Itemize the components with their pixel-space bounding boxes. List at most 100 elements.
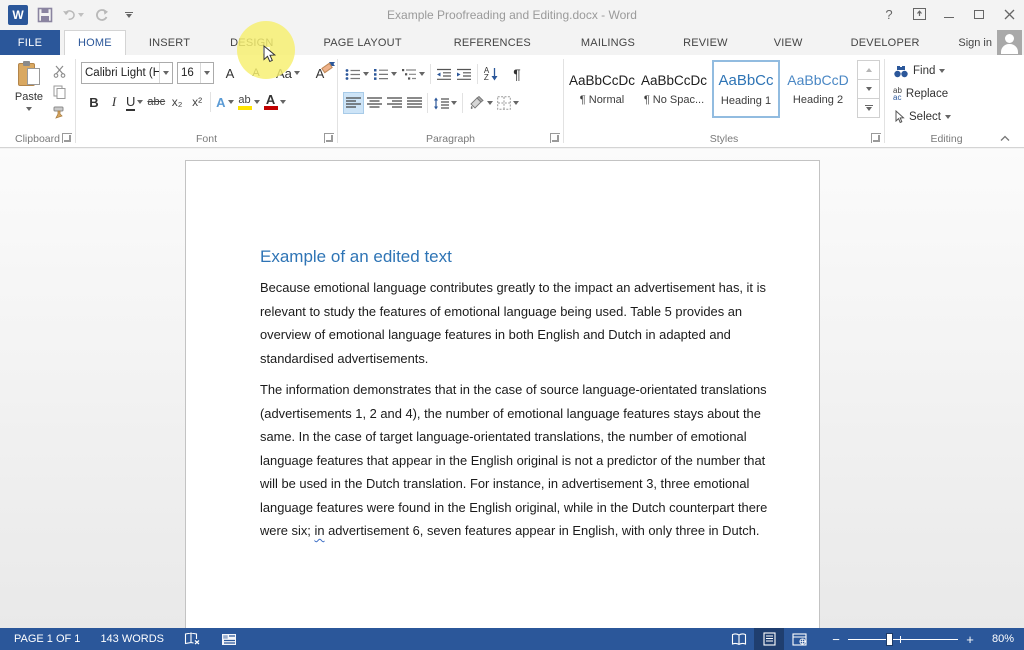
increase-indent-button[interactable] [454, 63, 474, 85]
tab-home[interactable]: HOME [64, 30, 126, 55]
zoom-level[interactable]: 80% [978, 633, 1014, 645]
paragraph1-line[interactable]: Because emotional language contributes g… [260, 276, 755, 300]
paragraph2-line[interactable]: same. In the case of target language-ori… [260, 425, 755, 449]
maximize-icon[interactable] [964, 0, 994, 28]
paragraph2-line[interactable]: language features were found in the Engl… [260, 496, 755, 520]
sign-in-link[interactable]: Sign in [958, 30, 992, 55]
redo-icon[interactable] [90, 5, 112, 25]
read-mode-view-icon[interactable] [724, 628, 754, 650]
zoom-slider-thumb[interactable] [886, 633, 893, 646]
decrease-indent-button[interactable] [434, 63, 454, 85]
clipboard-dialog-launcher[interactable] [62, 133, 72, 143]
find-button[interactable]: Find [893, 61, 945, 81]
styles-scroll-up-icon[interactable] [858, 61, 879, 80]
proofing-status-icon[interactable] [178, 628, 207, 650]
clear-formatting-button[interactable]: A [310, 62, 330, 84]
replace-button[interactable]: ab ac Replace [893, 84, 948, 104]
select-button[interactable]: Select [893, 107, 951, 127]
cut-icon[interactable] [50, 63, 68, 79]
paragraph2-line[interactable]: The information demonstrates that in the… [260, 378, 755, 402]
numbering-button[interactable] [371, 63, 399, 85]
multilevel-list-button[interactable] [399, 63, 427, 85]
collapse-ribbon-icon[interactable] [1000, 133, 1010, 141]
help-icon[interactable]: ? [874, 0, 904, 28]
tab-view[interactable]: VIEW [761, 30, 816, 55]
paragraph2-last-line[interactable]: were six; in advertisement 6, seven feat… [260, 519, 755, 543]
text-effects-button[interactable]: A [214, 91, 235, 113]
paragraph-dialog-launcher[interactable] [550, 133, 560, 143]
print-layout-view-icon[interactable] [754, 628, 784, 650]
bold-button[interactable]: B [84, 91, 104, 113]
web-layout-view-icon[interactable] [784, 628, 814, 650]
user-avatar-icon[interactable] [997, 30, 1022, 55]
zoom-out-icon[interactable]: − [828, 632, 844, 647]
paragraph1-line[interactable]: overview of emotional language features … [260, 323, 755, 347]
ribbon: Paste Clipboard Calibri Light (H 16 [0, 55, 1024, 148]
tab-review[interactable]: REVIEW [670, 30, 741, 55]
style-heading2[interactable]: AaBbCcD Heading 2 [784, 60, 852, 118]
bullets-button[interactable] [343, 63, 371, 85]
strikethrough-button[interactable]: abc [145, 91, 167, 113]
ribbon-tab-row: FILE HOME INSERT DESIGN PAGE LAYOUT REFE… [0, 30, 1024, 55]
align-left-button[interactable] [343, 92, 364, 114]
show-hide-pilcrow-button[interactable]: ¶ [507, 63, 527, 85]
align-right-button[interactable] [384, 92, 404, 114]
borders-button[interactable] [495, 92, 521, 114]
underline-button[interactable]: U [124, 91, 145, 113]
word-app-icon[interactable]: W [8, 5, 28, 25]
undo-icon[interactable] [62, 5, 84, 25]
font-name-dropdown-icon[interactable] [159, 63, 172, 83]
style-normal[interactable]: AaBbCcDc ¶ Normal [568, 60, 636, 118]
style-no-spacing[interactable]: AaBbCcDc ¶ No Spac... [640, 60, 708, 118]
close-icon[interactable] [994, 0, 1024, 28]
grow-font-button[interactable]: A [220, 62, 240, 84]
paragraph2-line[interactable]: language features that appear in the Eng… [260, 449, 755, 473]
font-name-combo[interactable]: Calibri Light (H [81, 62, 173, 84]
macro-recording-icon[interactable] [215, 628, 243, 650]
document-heading[interactable]: Example of an edited text [260, 247, 755, 267]
document-content[interactable]: Example of an edited text Because emotio… [260, 247, 755, 543]
tab-references[interactable]: REFERENCES [441, 30, 544, 55]
paragraph1-line[interactable]: relevant to study the features of emotio… [260, 300, 755, 324]
line-spacing-button[interactable] [431, 92, 459, 114]
style-heading1[interactable]: AaBbCc Heading 1 [712, 60, 780, 118]
format-painter-icon[interactable] [50, 105, 68, 121]
justify-button[interactable] [404, 92, 424, 114]
tab-insert[interactable]: INSERT [136, 30, 203, 55]
document-page[interactable]: Example of an edited text Because emotio… [185, 160, 820, 628]
align-center-button[interactable] [364, 92, 384, 114]
tab-page-layout[interactable]: PAGE LAYOUT [311, 30, 415, 55]
superscript-button[interactable]: x² [187, 91, 207, 113]
italic-button[interactable]: I [104, 91, 124, 113]
font-color-button[interactable]: A [262, 91, 288, 113]
zoom-in-icon[interactable]: + [962, 632, 978, 647]
paragraph1-line[interactable]: standardised advertisements. [260, 347, 755, 371]
paragraph2-line[interactable]: will be used in the Dutch translation. F… [260, 472, 755, 496]
styles-scroll-down-icon[interactable] [858, 80, 879, 99]
subscript-button[interactable]: x₂ [167, 91, 187, 113]
save-icon[interactable] [34, 5, 56, 25]
copy-icon[interactable] [50, 84, 68, 100]
font-dialog-launcher[interactable] [324, 133, 334, 143]
font-group-label: Font [76, 133, 337, 145]
tab-developer[interactable]: DEVELOPER [838, 30, 933, 55]
paragraph2-line[interactable]: (advertisements 1, 2 and 4), the number … [260, 402, 755, 426]
word-count[interactable]: 143 WORDS [94, 628, 170, 650]
sort-button[interactable]: AZ [481, 63, 501, 85]
shading-button[interactable] [466, 92, 495, 114]
minimize-icon[interactable] [934, 0, 964, 28]
highlight-color-button[interactable]: ab [236, 91, 262, 113]
tab-mailings[interactable]: MAILINGS [568, 30, 648, 55]
font-size-dropdown-icon[interactable] [200, 63, 213, 83]
ribbon-display-options-icon[interactable] [904, 0, 934, 28]
page-indicator[interactable]: PAGE 1 OF 1 [8, 628, 86, 650]
styles-dialog-launcher[interactable] [871, 133, 881, 143]
styles-gallery-more-icon[interactable] [858, 99, 879, 117]
editing-group: Find ab ac Replace Select Editing [885, 55, 1008, 147]
font-size-combo[interactable]: 16 [177, 62, 214, 84]
customize-qat-icon[interactable] [118, 5, 140, 25]
tab-file[interactable]: FILE [0, 30, 60, 55]
document-area[interactable]: Example of an edited text Because emotio… [0, 149, 1024, 628]
paste-button[interactable]: Paste [8, 61, 50, 139]
zoom-slider[interactable] [848, 632, 958, 646]
